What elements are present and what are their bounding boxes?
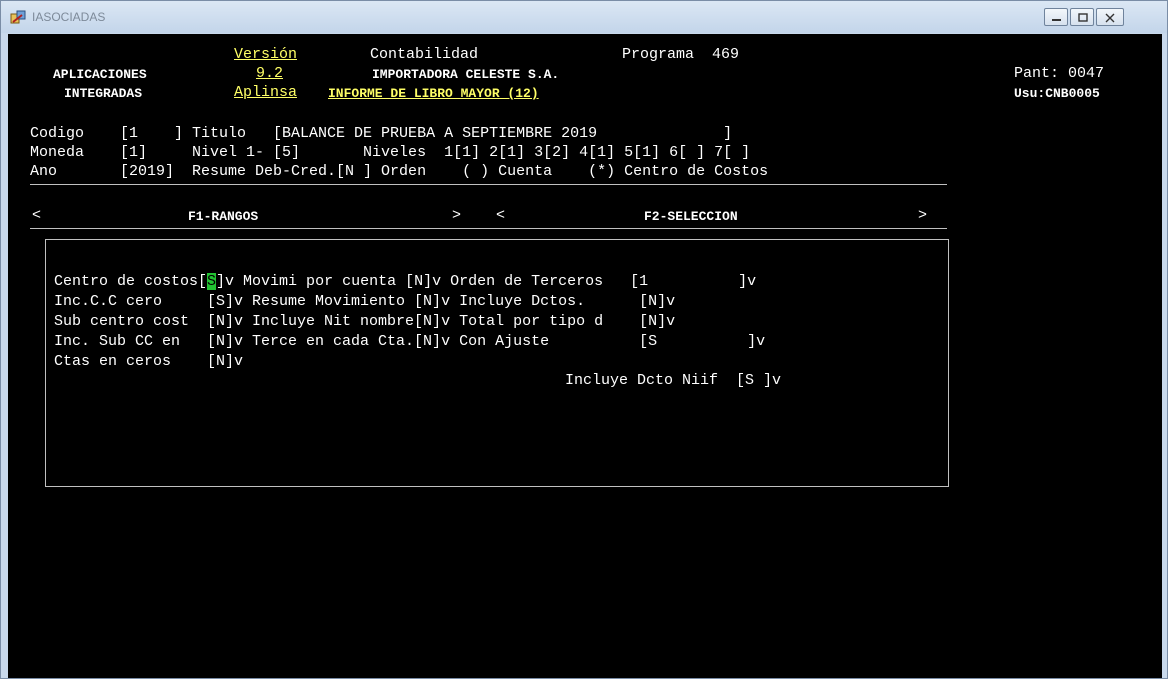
terminal-screen[interactable]: Versión Contabilidad Programa 469 APLICA… xyxy=(8,34,1162,678)
report-title: INFORME DE LIBRO MAYOR (12) xyxy=(328,86,539,101)
option-row-sub-centro[interactable]: Sub centro cost [N]v Incluye Nit nombre[… xyxy=(54,312,675,331)
centro-costos-label: Centro de costos[ xyxy=(54,273,208,290)
company-name: IMPORTADORA CELESTE S.A. xyxy=(372,67,560,82)
minimize-button[interactable] xyxy=(1044,8,1068,26)
restore-icon xyxy=(1078,13,1088,22)
params-moneda-niveles[interactable]: Moneda [1] Nivel 1- [5] Niveles 1[1] 2[1… xyxy=(30,143,750,162)
user-id: Usu:CNB0005 xyxy=(1014,86,1100,101)
option-row-ctas-ceros[interactable]: Ctas en ceros [N]v xyxy=(54,352,243,371)
close-button[interactable] xyxy=(1096,8,1124,26)
system-name: Contabilidad xyxy=(370,46,479,63)
application-window: IASOCIADAS Versión Contabilidad Programa… xyxy=(0,0,1168,679)
tab-f1-next-arrow[interactable]: > xyxy=(452,206,461,225)
tab-f2-next-arrow[interactable]: > xyxy=(918,206,927,225)
options-panel: Centro de costos[S]v Movimi por cuenta [… xyxy=(45,239,949,487)
window-title: IASOCIADAS xyxy=(32,10,106,24)
option-row-inc-sub-cc[interactable]: Inc. Sub CC en [N]v Terce en cada Cta.[N… xyxy=(54,332,765,351)
params-ano-orden[interactable]: Ano [2019] Resume Deb-Cred.[N ] Orden ( … xyxy=(30,162,768,181)
params-codigo-titulo[interactable]: Codigo [1 ] Titulo [BALANCE DE PRUEBA A … xyxy=(30,124,732,143)
tab-f2-seleccion[interactable]: F2-SELECCION xyxy=(644,207,738,226)
program-number: Programa 469 xyxy=(622,46,740,63)
maximize-button[interactable] xyxy=(1070,8,1094,26)
tab-f1-rangos[interactable]: F1-RANGOS xyxy=(188,207,258,226)
version-label: Versión xyxy=(234,46,298,63)
option-row-centro-costos[interactable]: Centro de costos[S]v Movimi por cuenta [… xyxy=(54,272,756,291)
centro-costos-cursor[interactable]: S xyxy=(207,273,217,290)
divider-top xyxy=(30,184,947,185)
option-row-inc-cc-cero[interactable]: Inc.C.C cero [S]v Resume Movimiento [N]v… xyxy=(54,292,675,311)
centro-costos-rest[interactable]: ]v Movimi por cuenta [N]v Orden de Terce… xyxy=(216,273,756,290)
title-bar[interactable]: IASOCIADAS xyxy=(1,1,1167,33)
close-icon xyxy=(1105,13,1115,23)
app-icon xyxy=(10,10,26,24)
screen-number: Pant: 0047 xyxy=(1014,65,1105,82)
option-row-incluye-niif[interactable]: Incluye Dcto Niif [S ]v xyxy=(565,371,781,390)
module-name: Aplinsa xyxy=(234,84,298,101)
version-value: 9.2 xyxy=(256,65,284,82)
tab-f2-prev-arrow[interactable]: < xyxy=(496,206,505,225)
divider-tabs xyxy=(30,228,947,229)
minimize-icon xyxy=(1052,19,1061,21)
apps-label-line2: INTEGRADAS xyxy=(64,86,143,101)
apps-label-line1: APLICACIONES xyxy=(53,67,147,82)
tab-f1-prev-arrow[interactable]: < xyxy=(32,206,41,225)
